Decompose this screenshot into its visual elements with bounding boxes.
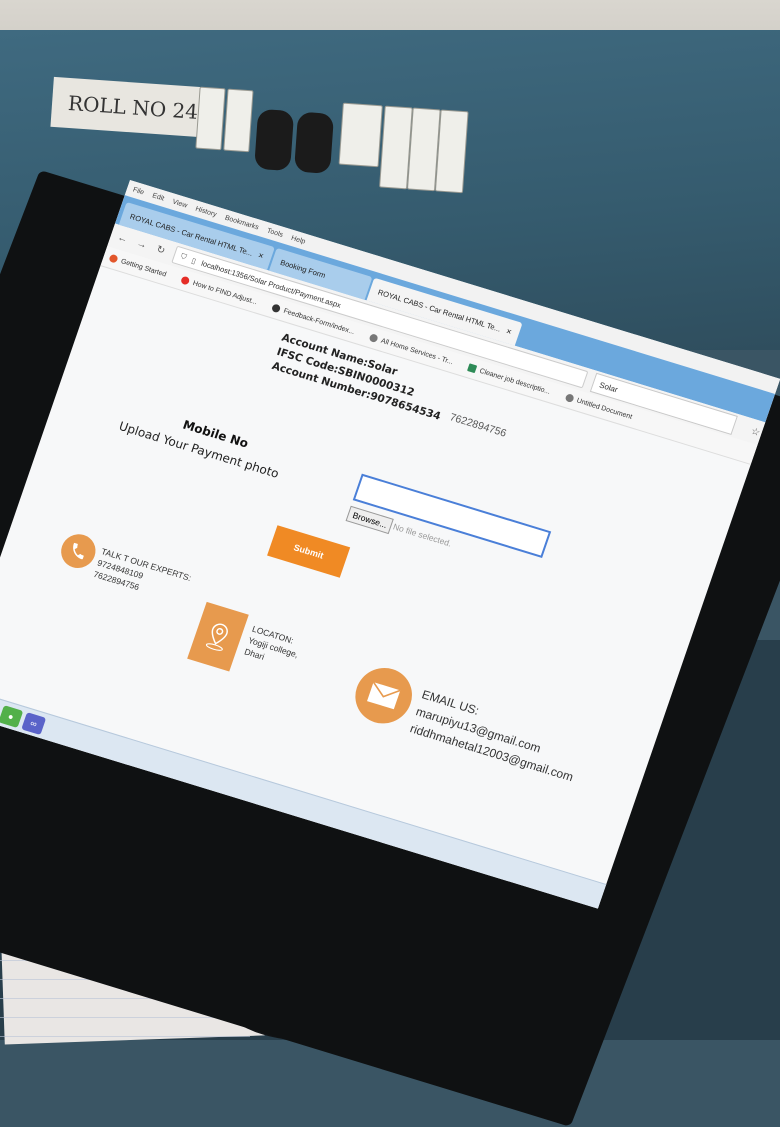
switch-board: [192, 79, 471, 210]
menu-help[interactable]: Help: [290, 234, 306, 245]
shield-icon: ⛉: [179, 251, 188, 262]
menu-edit[interactable]: Edit: [151, 192, 165, 202]
location-info: LOCATON: Yogiji college, Dhari: [243, 623, 304, 672]
payment-mobile-number: 7622894756: [448, 411, 508, 439]
reload-icon[interactable]: ↻: [153, 243, 168, 257]
menu-tools[interactable]: Tools: [266, 227, 284, 238]
submit-button[interactable]: Submit: [267, 525, 350, 577]
forward-icon[interactable]: →: [134, 237, 149, 251]
doc-icon: [467, 363, 477, 373]
menu-view[interactable]: View: [172, 198, 189, 209]
globe-icon: [368, 333, 378, 343]
firefox-icon: [108, 254, 118, 264]
youtube-icon: [180, 276, 190, 286]
back-icon[interactable]: ←: [115, 231, 130, 245]
mail-icon: [348, 661, 420, 730]
location-pin-icon: [187, 602, 249, 672]
phone-icon: [57, 530, 101, 572]
close-icon[interactable]: ×: [505, 326, 513, 337]
menu-file[interactable]: File: [132, 186, 145, 196]
globe-icon: [564, 393, 574, 403]
talk-to-experts: TALK T OUR EXPERTS: 9724848109 762289475…: [92, 545, 193, 606]
page-icon: ▯: [191, 255, 198, 265]
app-icon[interactable]: ∞: [21, 712, 46, 735]
github-icon: [271, 303, 281, 313]
roll-number-label: ROLL NO 24: [50, 77, 203, 137]
menu-history[interactable]: History: [195, 205, 218, 218]
email-info: EMAIL US: marupiyu13@gmail.com riddhmahe…: [408, 685, 588, 786]
close-icon[interactable]: ×: [257, 250, 265, 261]
chrome-icon[interactable]: ●: [0, 705, 23, 728]
